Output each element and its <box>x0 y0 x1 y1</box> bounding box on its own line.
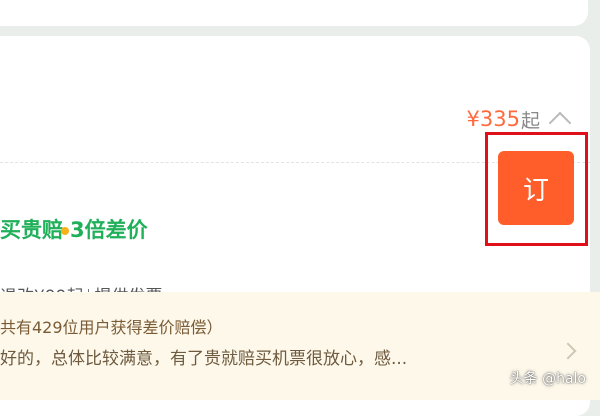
watermark: 头条 @halo <box>509 371 586 387</box>
tagline-highlight: 3倍差价 <box>70 218 148 242</box>
chevron-up-icon[interactable] <box>548 111 572 135</box>
price-suffix: 起 <box>520 109 540 132</box>
previous-card <box>0 0 588 26</box>
review-comment: 好的，总体比较满意，有了贵就赔买机票很放心，感... <box>0 349 408 369</box>
tagline-text: 买贵赔 <box>0 218 63 242</box>
coin-icon <box>61 227 69 235</box>
price-label: ¥335 <box>466 107 520 131</box>
compensation-summary: 共有429位用户获得差价赔偿） <box>0 318 223 337</box>
book-button[interactable]: 订 <box>498 151 574 225</box>
price-guarantee-tagline: 买贵赔 3倍差价 <box>0 214 148 244</box>
price-row[interactable]: ¥335 起 <box>466 104 572 135</box>
